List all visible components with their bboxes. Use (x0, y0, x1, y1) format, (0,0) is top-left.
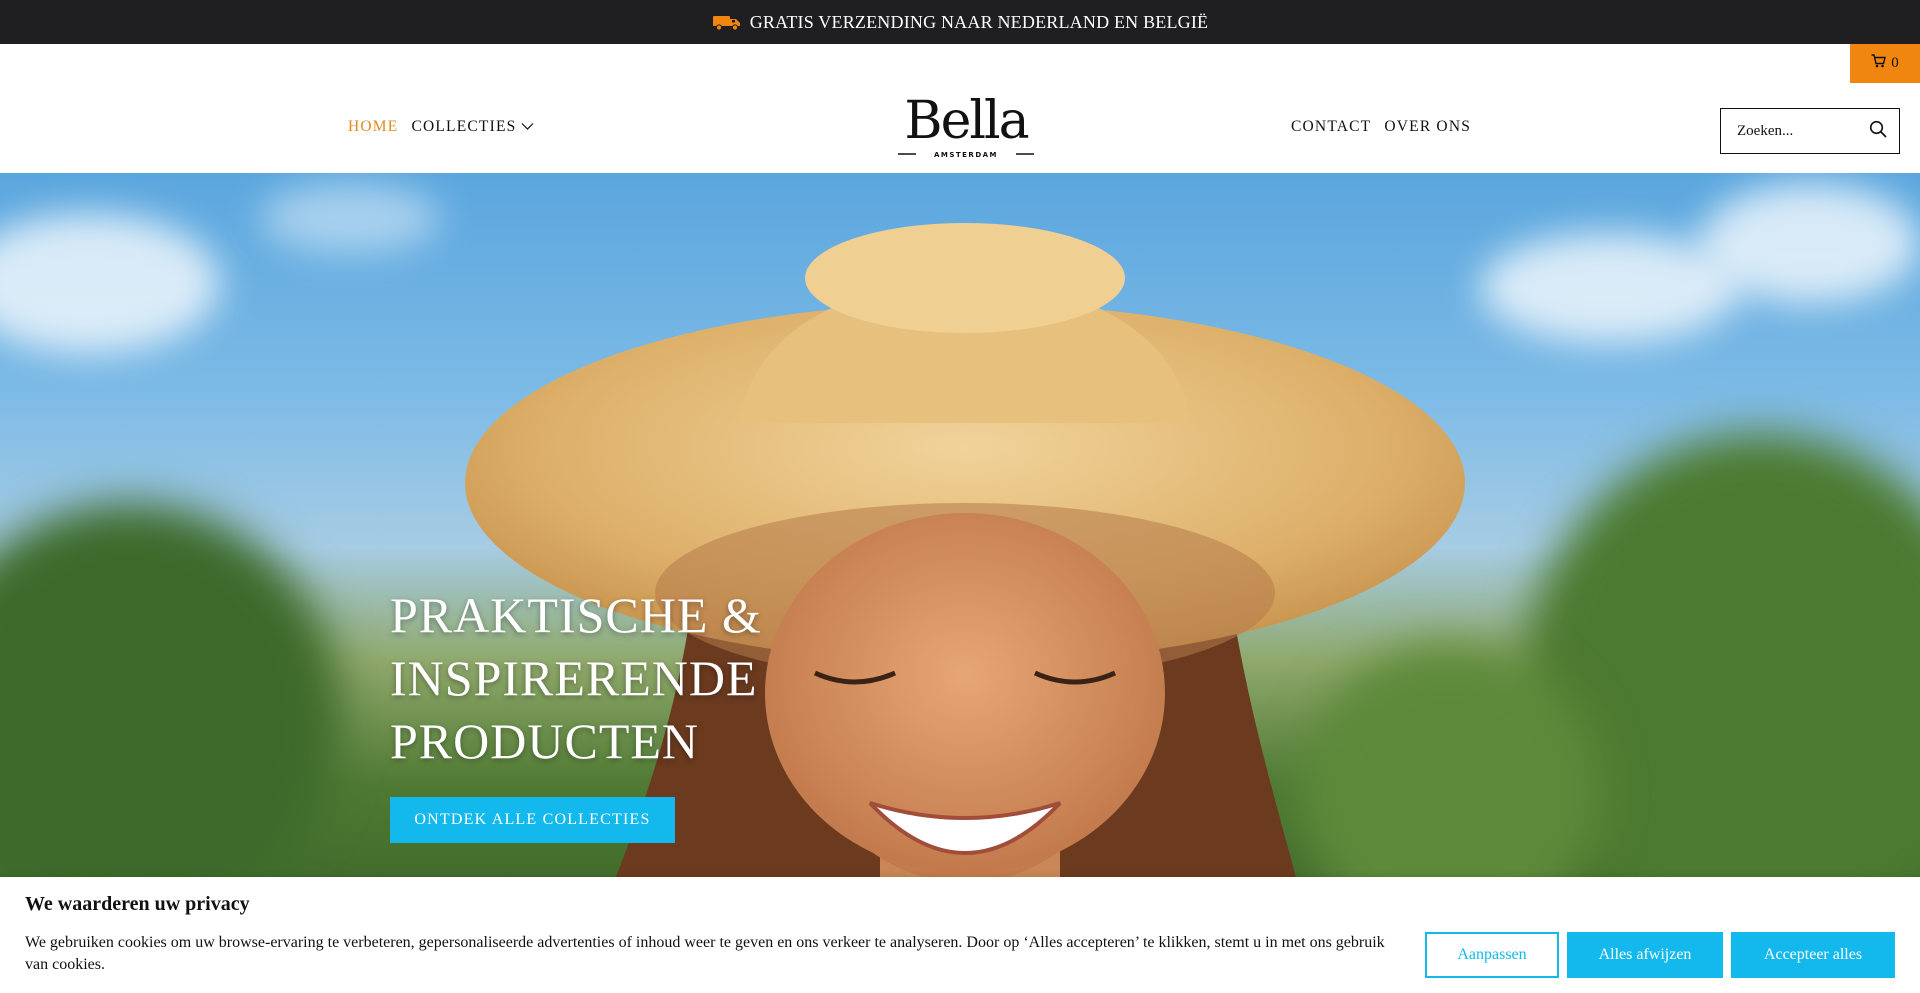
nav-contact-link[interactable]: CONTACT (1291, 118, 1371, 136)
cart-button[interactable]: 0 (1850, 44, 1920, 83)
search-box (1720, 108, 1900, 154)
main-nav-left: HOME COLLECTIES (348, 118, 534, 136)
chevron-down-icon (521, 118, 534, 136)
nav-home-link[interactable]: HOME (348, 118, 398, 136)
cookie-title: We waarderen uw privacy (25, 893, 250, 915)
truck-icon (712, 13, 742, 31)
cookie-customize-button[interactable]: Aanpassen (1425, 932, 1559, 978)
hero-banner: PRAKTISCHE & INSPIRERENDE PRODUCTEN ONTD… (0, 173, 1920, 893)
search-icon[interactable] (1869, 120, 1887, 143)
hero-title: PRAKTISCHE & INSPIRERENDE PRODUCTEN (390, 587, 762, 769)
main-nav-right: CONTACT OVER ONS (1291, 118, 1471, 136)
nav-collecties-label: COLLECTIES (411, 118, 517, 135)
cookie-banner: We waarderen uw privacy We gebruiken coo… (0, 877, 1920, 993)
bella-amsterdam-logo[interactable]: Bella AMSTERDAM (892, 91, 1040, 162)
announcement-bar: GRATIS VERZENDING NAAR NEDERLAND EN BELG… (0, 0, 1920, 44)
nav-over-ons-link[interactable]: OVER ONS (1384, 118, 1471, 136)
cart-count: 0 (1891, 55, 1899, 71)
cookie-accept-all-button[interactable]: Accepteer alles (1731, 932, 1895, 978)
logo-wordmark: Bella (904, 92, 1028, 151)
explore-collections-button[interactable]: ONTDEK ALLE COLLECTIES (390, 797, 675, 843)
search-input[interactable] (1737, 122, 1855, 140)
site-header: HOME COLLECTIES Bella AMSTERDAM CONTACT … (0, 44, 1920, 173)
cart-icon (1871, 54, 1887, 73)
announcement-text: GRATIS VERZENDING NAAR NEDERLAND EN BELG… (749, 11, 1209, 32)
logo-tagline: AMSTERDAM (934, 151, 998, 159)
cookie-reject-all-button[interactable]: Alles afwijzen (1567, 932, 1723, 978)
cookie-text: We gebruiken cookies om uw browse-ervari… (25, 934, 1385, 973)
nav-collecties-link[interactable]: COLLECTIES (411, 118, 534, 136)
